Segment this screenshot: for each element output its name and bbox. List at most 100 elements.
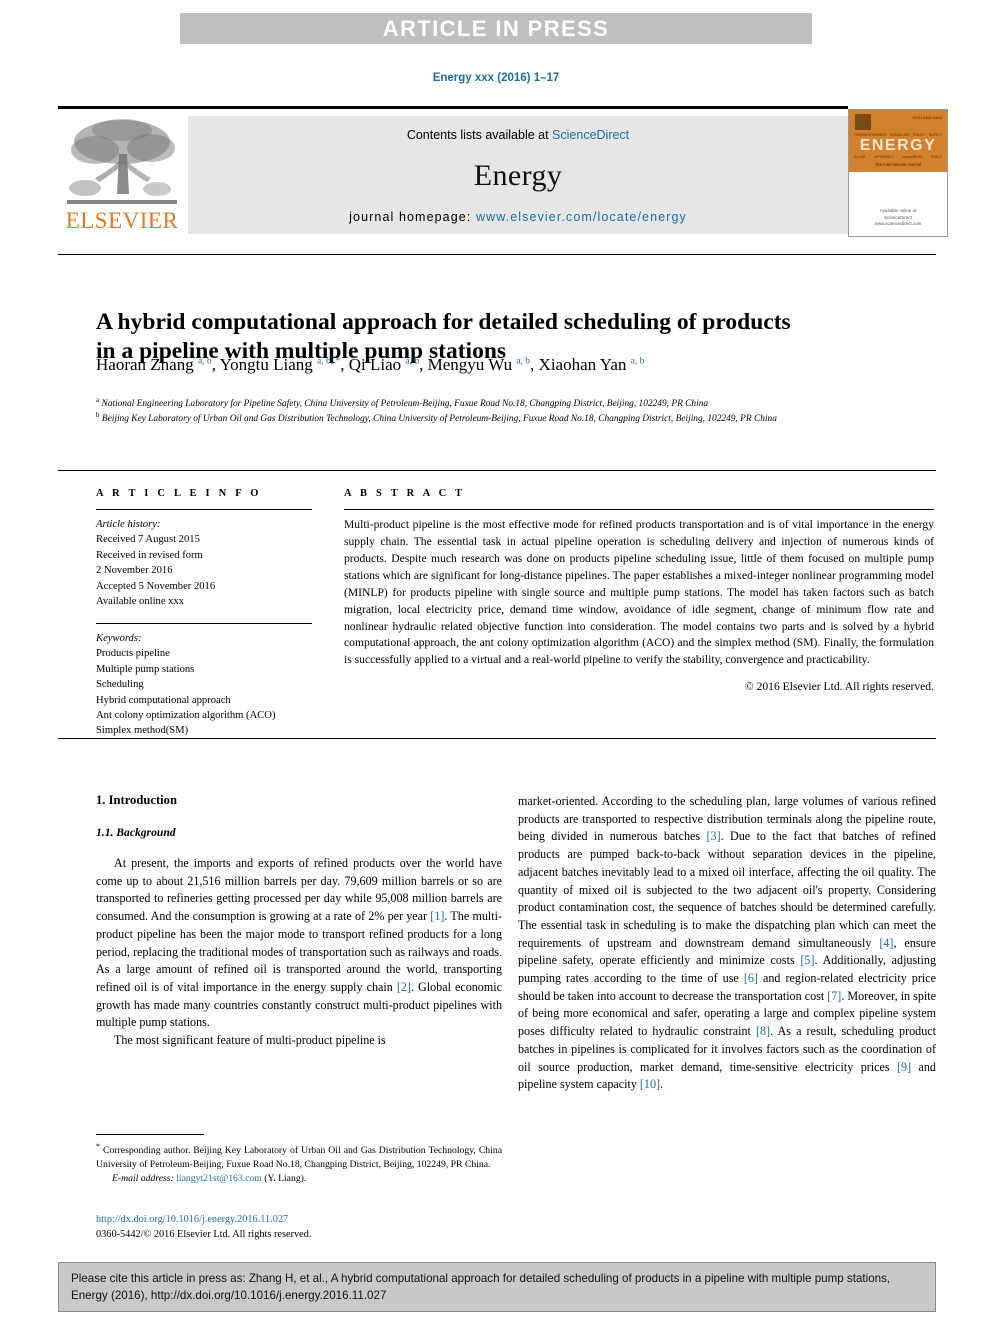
email-address-label: E-mail address: (112, 1173, 174, 1185)
paragraph: At present, the imports and exports of r… (96, 855, 502, 1032)
author-separator: , (340, 355, 349, 374)
journal-cover-thumbnail: ISSN 0360-5442 THERMODYNAMICS MODELLING … (848, 109, 948, 237)
footnote-text: Corresponding author. Beijing Key Labora… (96, 1145, 502, 1171)
cover-kw-8: FUELS (931, 155, 942, 159)
cover-kw-7: renewABLES (902, 155, 923, 159)
journal-masthead: ELSEVIER Contents lists available at Sci… (58, 106, 948, 237)
history-item: Received 7 August 2015 (96, 534, 200, 546)
citation-ref-3[interactable]: [3] (707, 829, 721, 843)
author-affiliation-marker[interactable]: a, b (405, 356, 419, 366)
citation-ref-10[interactable]: [10] (640, 1077, 660, 1091)
affiliation-marker: b (96, 411, 100, 420)
author-affiliation-marker[interactable]: a, b (198, 356, 212, 366)
citation-ref-9[interactable]: [9] (897, 1060, 911, 1074)
citation-ref-6[interactable]: [6] (744, 971, 758, 985)
cover-footer-line2: ScienceDirect (884, 214, 912, 220)
author-affiliation-marker[interactable]: a, b (516, 356, 530, 366)
abstract-rule (344, 509, 934, 510)
paragraph-text: . Due to the fact that batches of refine… (518, 829, 936, 950)
corresponding-email-link[interactable]: liangyt21st@163.com (176, 1173, 262, 1184)
elsevier-tree-icon (67, 119, 177, 204)
keyword-item: Simplex method(SM) (96, 725, 189, 737)
info-band-top-rule (58, 470, 936, 471)
author-separator: , (211, 355, 220, 374)
affiliation-item: b Beijing Key Laboratory of Urban Oil an… (96, 411, 946, 426)
contents-prefix: Contents lists available at (406, 128, 553, 142)
email-suffix: (Y. Liang). (261, 1173, 307, 1185)
cover-subtitle: The International Journal (874, 162, 922, 167)
article-info-rule-1 (96, 509, 312, 510)
author-name: Mengyu Wu (427, 355, 513, 374)
masthead-center-panel: Contents lists available at ScienceDirec… (188, 116, 848, 234)
abstract-text: Multi-product pipeline is the most effec… (344, 518, 934, 667)
history-item: Accepted 5 November 2016 (96, 580, 216, 592)
journal-homepage-line: journal homepage: www.elsevier.com/locat… (349, 210, 687, 224)
keyword-item: Scheduling (96, 679, 144, 691)
issn-copyright-line: 0360-5442/© 2016 Elsevier Ltd. All right… (96, 1229, 312, 1241)
citation-ref-5[interactable]: [5] (800, 953, 814, 967)
running-head: Energy xxx (2016) 1–17 (432, 72, 560, 84)
article-in-press-label: ARTICLE IN PRESS (382, 15, 610, 41)
subsection-heading-background: 1.1. Background (96, 826, 176, 839)
body-column-left: 1. Introduction 1.1. Background At prese… (96, 793, 502, 1050)
author-name: Haoran Zhang (96, 355, 194, 374)
abstract-column: A B S T R A C T Multi-product pipeline i… (344, 488, 934, 693)
article-info-rule-2 (96, 622, 312, 624)
citation-ref-7[interactable]: [7] (827, 989, 841, 1003)
affiliation-text: National Engineering Laboratory for Pipe… (101, 399, 709, 410)
section-heading-introduction: 1. Introduction (96, 793, 177, 807)
history-item: Available online xxx (96, 596, 185, 608)
doi-block: http://dx.doi.org/10.1016/j.energy.2016.… (96, 1212, 502, 1243)
article-info-column: A R T I C L E I N F O Article history: R… (96, 488, 312, 739)
cover-journal-title: ENERGY (859, 137, 937, 154)
author-affiliation-marker[interactable]: a, b, * (317, 356, 340, 366)
cover-keywords-row-2: SOLAR eFFICIENCY renewABLES FUELS (854, 155, 942, 159)
author-name: Qi Liao (348, 355, 402, 374)
cite-this-article-box: Please cite this article in press as: Zh… (58, 1262, 936, 1312)
citation-ref-2[interactable]: [2] (397, 980, 411, 994)
info-band-bottom-rule (58, 738, 936, 739)
citation-ref-1[interactable]: [1] (430, 909, 444, 923)
affiliation-marker: a (96, 396, 100, 404)
cover-footer: Available online at ScienceDirect www.sc… (849, 208, 947, 228)
citation-ref-8[interactable]: [8] (756, 1024, 770, 1038)
citation-ref-4[interactable]: [4] (879, 936, 893, 950)
sciencedirect-link[interactable]: ScienceDirect (552, 128, 629, 142)
body-column-right: market-oriented. According to the schedu… (518, 793, 936, 1094)
paragraph: The most significant feature of multi-pr… (114, 1033, 386, 1048)
cover-footer-line1: Available online at (879, 207, 917, 213)
cover-issn: ISSN 0360-5442 (912, 115, 942, 120)
author-item: Yongtu Liang a, b, *, (220, 355, 349, 374)
keyword-item: Ant colony optimization algorithm (ACO) (96, 709, 276, 721)
article-title-line-1: A hybrid computational approach for deta… (96, 308, 791, 335)
masthead-top-rule (58, 106, 848, 109)
author-item: Xiaohan Yan a, b (539, 355, 645, 374)
paragraph: market-oriented. According to the schedu… (518, 793, 936, 1094)
keyword-item: Hybrid computational approach (96, 694, 231, 706)
doi-link[interactable]: http://dx.doi.org/10.1016/j.energy.2016.… (96, 1212, 502, 1227)
affiliation-item: a National Engineering Laboratory for Pi… (96, 396, 946, 411)
paragraph-text: . (660, 1077, 664, 1092)
cite-this-article-text: Please cite this article in press as: Zh… (71, 1272, 891, 1302)
cover-kw-6: eFFICIENCY (874, 155, 894, 159)
author-item: Qi Liao a, b, (349, 355, 428, 374)
author-list: Haoran Zhang a, b, Yongtu Liang a, b, *,… (96, 355, 936, 375)
footnote-separator-rule (96, 1134, 204, 1135)
author-separator: , (419, 355, 428, 374)
title-separator-rule (58, 254, 936, 255)
history-item: 2 November 2016 (96, 565, 173, 577)
keyword-item: Multiple pump stations (96, 663, 195, 675)
history-item: Received in revised form (96, 549, 203, 561)
journal-homepage-link[interactable]: www.elsevier.com/locate/energy (476, 210, 687, 224)
author-affiliation-marker[interactable]: a, b (631, 356, 645, 366)
author-item: Mengyu Wu a, b, (428, 355, 539, 374)
abstract-heading: A B S T R A C T (344, 488, 466, 499)
cover-kw-5: SOLAR (854, 155, 866, 159)
author-item: Haoran Zhang a, b, (96, 355, 220, 374)
elsevier-logo: ELSEVIER (63, 116, 181, 234)
affiliation-text: Beijing Key Laboratory of Urban Oil and … (101, 414, 777, 425)
corresponding-author-footnote: * Corresponding author. Beijing Key Labo… (96, 1141, 502, 1186)
contents-available-line: Contents lists available at ScienceDirec… (407, 128, 629, 142)
elsevier-wordmark: ELSEVIER (65, 208, 179, 233)
homepage-prefix: journal homepage: (349, 210, 476, 224)
